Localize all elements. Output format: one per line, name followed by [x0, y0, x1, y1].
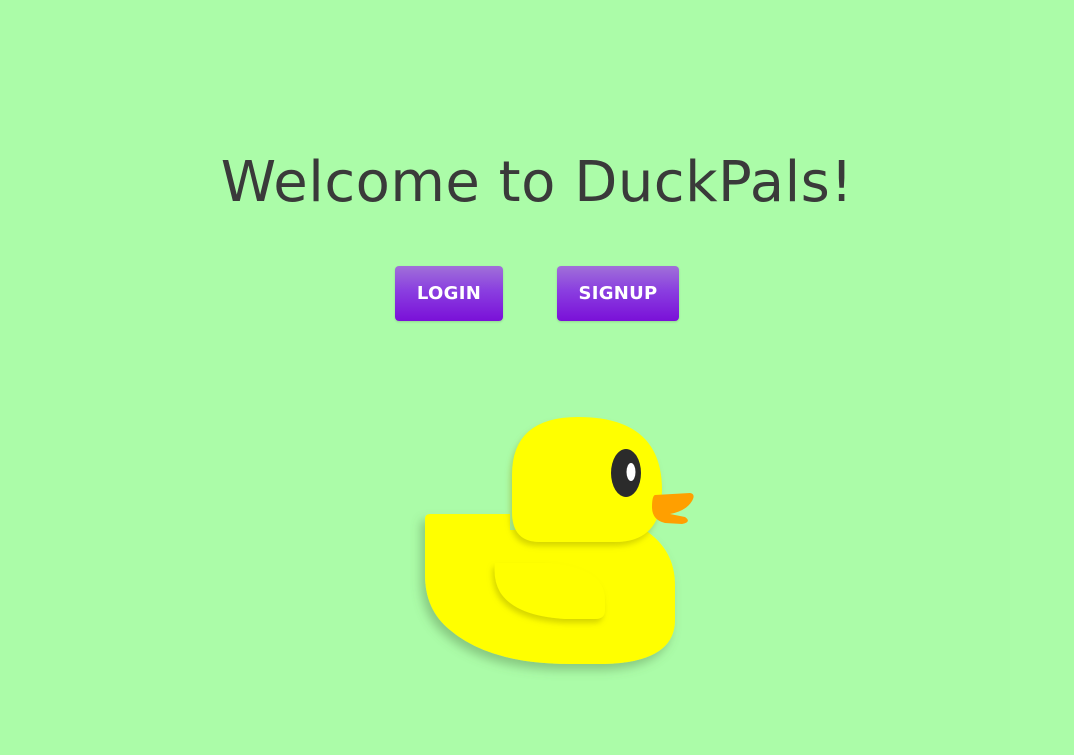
duck-eye-highlight	[626, 463, 636, 481]
signup-button[interactable]: SIGNUP	[557, 266, 679, 321]
duck-beak	[652, 493, 694, 524]
page-title: Welcome to DuckPals!	[220, 150, 854, 215]
rubber-duck-icon	[425, 417, 694, 664]
login-button[interactable]: LOGIN	[395, 266, 503, 321]
duck-eye	[611, 449, 641, 497]
welcome-page: Welcome to DuckPals! LOGIN SIGNUP	[0, 0, 1074, 755]
